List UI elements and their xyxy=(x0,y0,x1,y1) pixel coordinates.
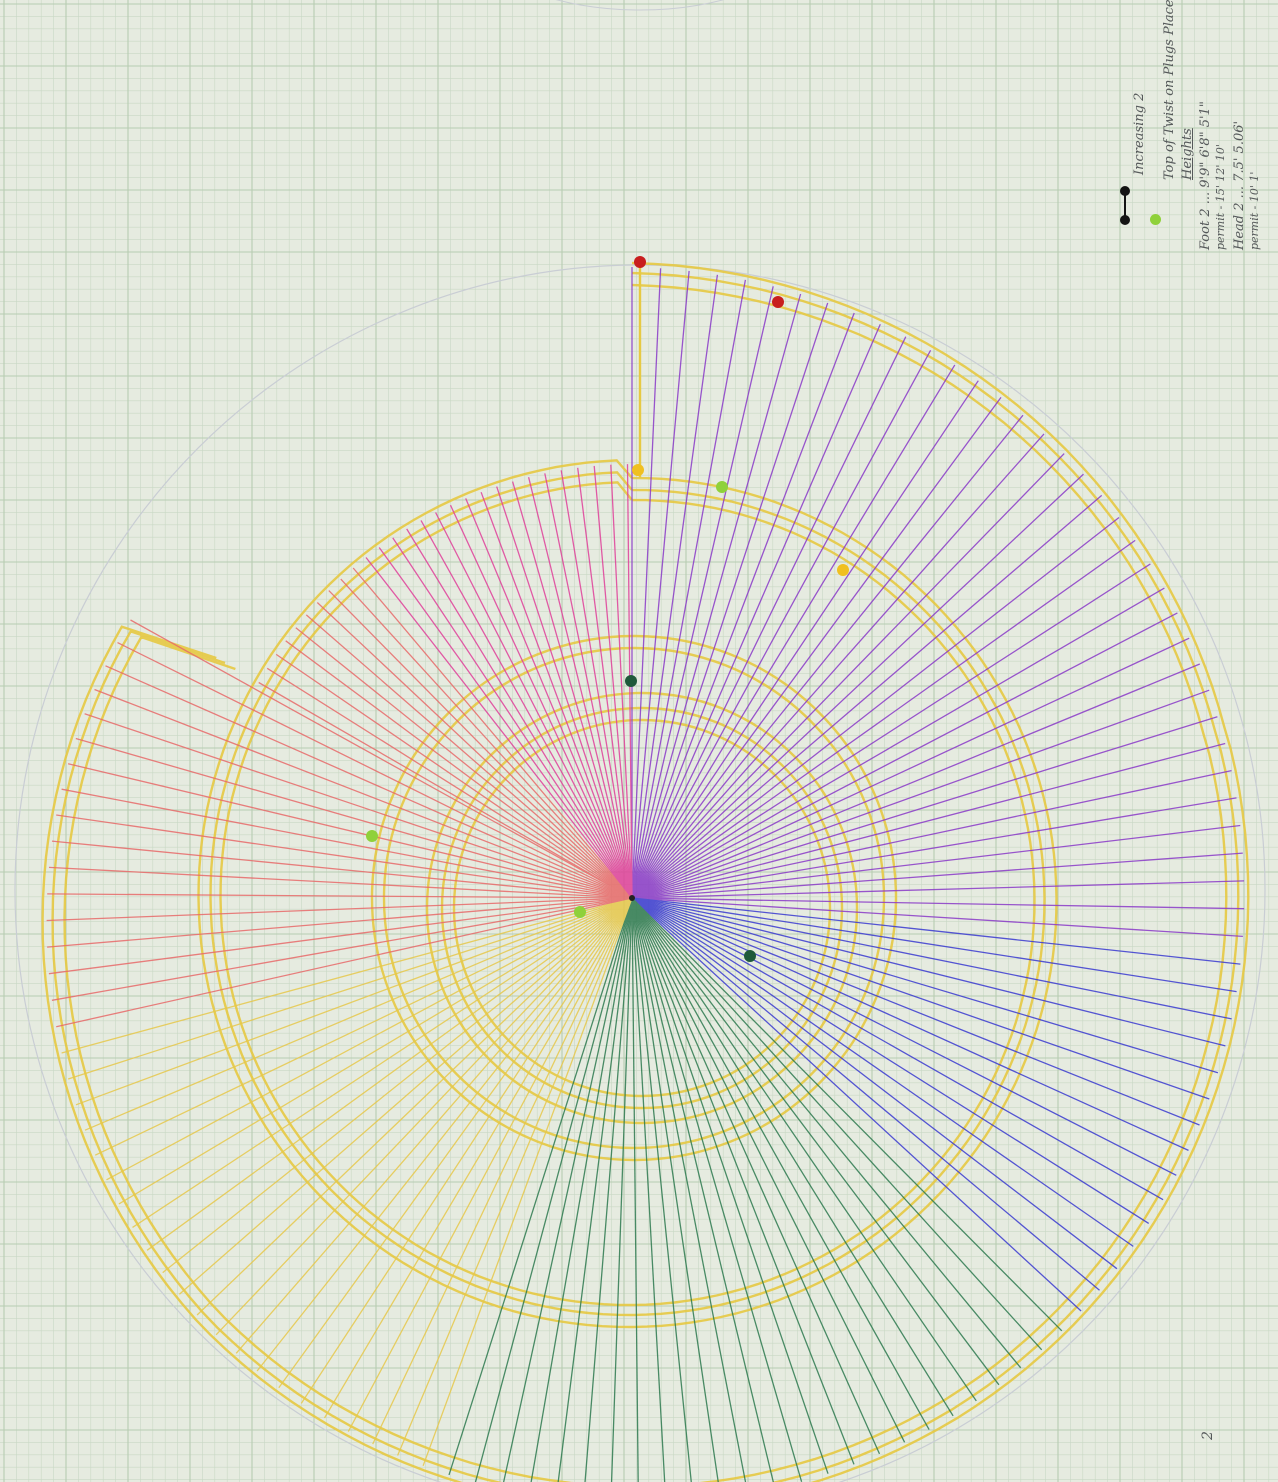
ray xyxy=(631,897,1082,1312)
ray xyxy=(631,516,1120,899)
center-point xyxy=(629,895,635,901)
ray xyxy=(435,512,633,899)
ray xyxy=(631,897,774,1482)
legend-line-3: Heights xyxy=(1180,128,1195,180)
ray xyxy=(631,349,932,899)
ray xyxy=(285,640,633,899)
legend-line-2: Top of Twist on Plugs Place xyxy=(1162,0,1177,180)
ray xyxy=(631,380,979,899)
ray xyxy=(67,763,633,899)
marker-lime-1 xyxy=(716,481,728,493)
ray xyxy=(631,897,1210,1100)
ray xyxy=(84,713,633,899)
ray xyxy=(631,897,692,1482)
marker-red-top xyxy=(634,256,646,268)
marker-yellow-2 xyxy=(837,564,849,576)
ray xyxy=(56,814,633,899)
ray xyxy=(352,567,633,899)
ray xyxy=(347,897,633,1432)
ray xyxy=(275,653,633,899)
marker-yellow-1 xyxy=(632,464,644,476)
legend-line-1: Increasing 2 xyxy=(1132,92,1147,175)
legend: Increasing 2 Top of Twist on Plugs Place… xyxy=(1110,0,1270,280)
ray xyxy=(631,897,1219,1074)
marker-green-2 xyxy=(744,950,756,962)
ray xyxy=(48,866,633,899)
ray xyxy=(631,897,803,1482)
marker-dots xyxy=(366,256,849,962)
legend-marker-lime xyxy=(1150,214,1161,225)
ray xyxy=(323,897,633,1419)
legend-line-6: Head 2 ... 7.5' 5.06' xyxy=(1232,120,1247,250)
ray xyxy=(631,587,1165,899)
ray xyxy=(631,897,1164,1201)
ray xyxy=(68,897,633,1080)
ray xyxy=(631,302,829,899)
ray xyxy=(631,612,1178,899)
ray xyxy=(448,897,633,1476)
ray xyxy=(196,897,633,1316)
marker-green-1 xyxy=(625,675,637,687)
page-number: 2 xyxy=(1200,1431,1216,1440)
ray xyxy=(84,897,633,1131)
graph-paper-sheet: Increasing 2 Top of Twist on Plugs Place… xyxy=(0,0,1278,1482)
ray xyxy=(631,897,1232,1020)
ray xyxy=(631,494,1103,899)
ray xyxy=(328,590,633,899)
ray xyxy=(631,268,662,899)
ray xyxy=(631,897,1134,1247)
ray xyxy=(215,897,633,1336)
ray xyxy=(631,897,881,1455)
ray xyxy=(631,742,1226,899)
legend-line-7: permit - 10' 1' xyxy=(1248,171,1261,250)
ray xyxy=(106,897,633,1181)
top-pencil-arc xyxy=(555,0,725,11)
ray xyxy=(631,897,747,1482)
ray xyxy=(631,897,906,1443)
marker-lime-2 xyxy=(366,830,378,842)
ray xyxy=(392,537,633,899)
legend-line-5: permit - 15' 12' 10' xyxy=(1214,144,1227,250)
legend-connector xyxy=(1124,194,1126,217)
ray xyxy=(631,293,802,899)
ray xyxy=(631,897,1063,1332)
ray xyxy=(105,665,633,899)
legend-line-4: Foot 2 ... 9'9" 6'8" 5'1" xyxy=(1198,101,1213,250)
marker-lime-3 xyxy=(574,906,586,918)
ray xyxy=(631,824,1241,899)
ray xyxy=(631,880,1245,899)
marker-red-2 xyxy=(772,296,784,308)
ray xyxy=(631,897,977,1402)
ray xyxy=(47,893,633,899)
spiral-ray-diagram xyxy=(14,0,1266,1482)
